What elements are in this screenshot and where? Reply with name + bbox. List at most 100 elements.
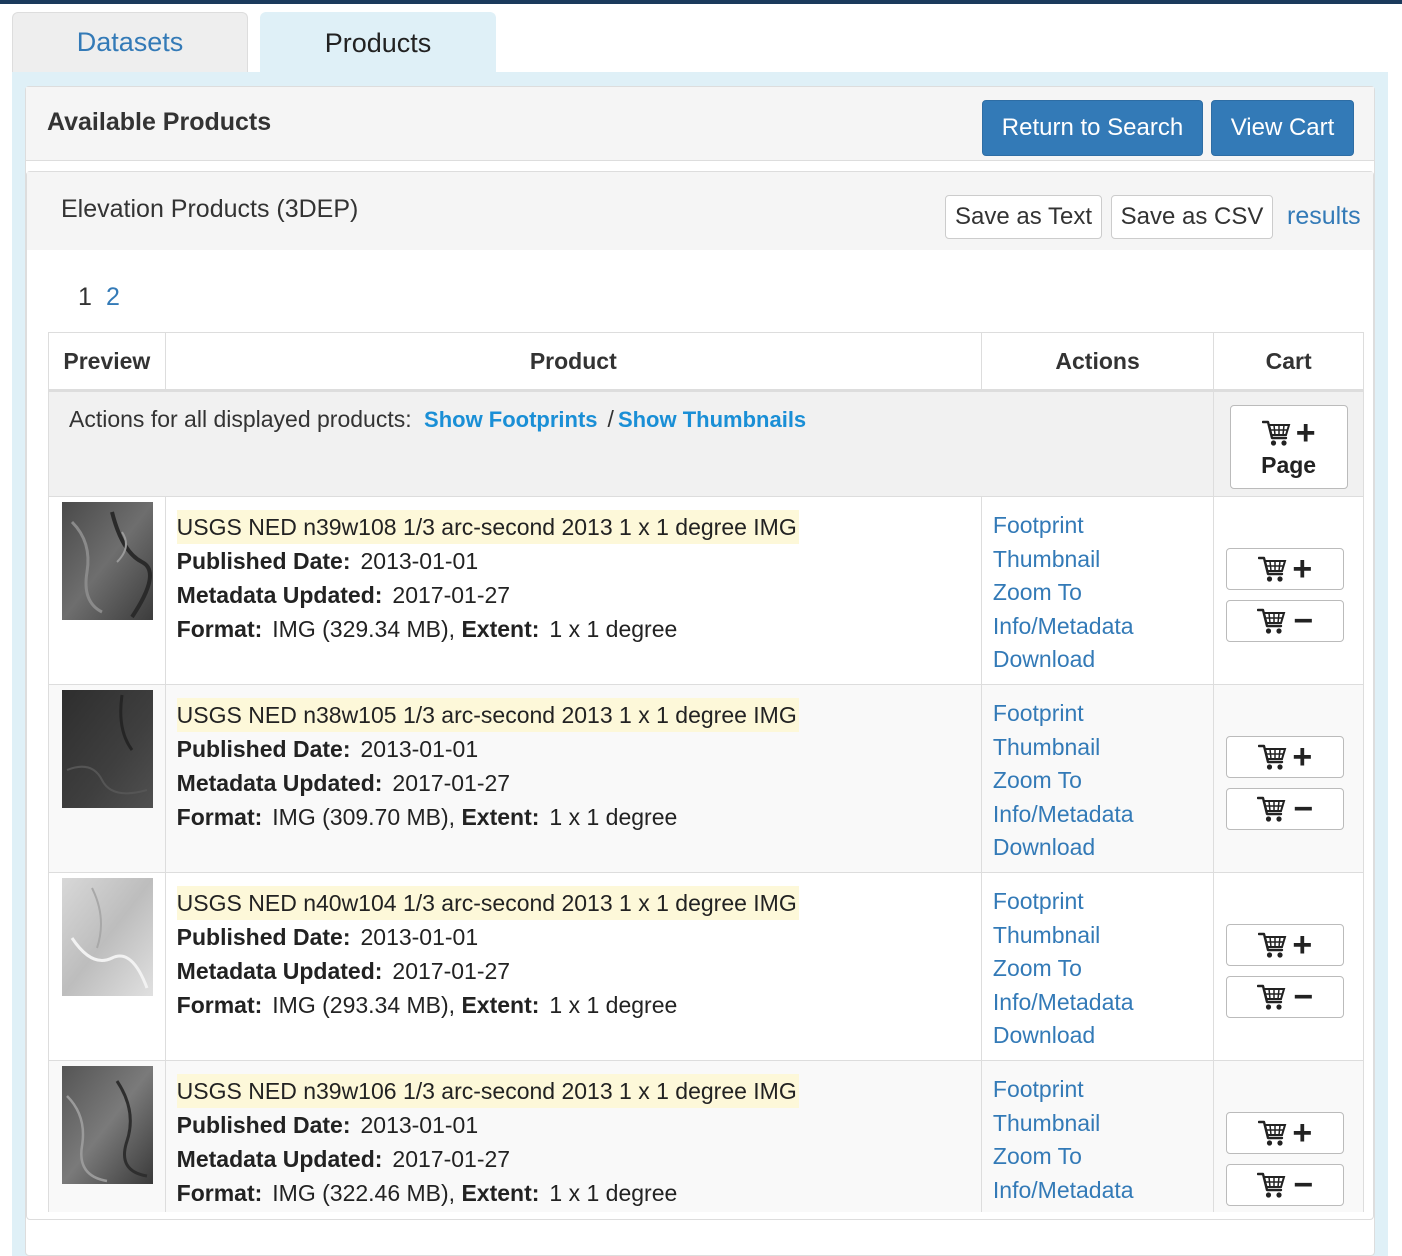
- zoom-to-link[interactable]: Zoom To: [993, 576, 1213, 610]
- footprint-link[interactable]: Footprint: [993, 1073, 1213, 1107]
- shopping-cart-icon: [1257, 607, 1287, 635]
- shopping-cart-icon: [1257, 1171, 1287, 1199]
- separator: /: [607, 406, 614, 432]
- page-button-label: Page: [1261, 451, 1317, 478]
- download-link[interactable]: Download: [993, 1019, 1213, 1053]
- products-table: Preview Product Actions Cart Actions for…: [48, 332, 1364, 1212]
- tab-datasets[interactable]: Datasets: [12, 12, 248, 72]
- shopping-cart-icon: [1258, 1119, 1288, 1147]
- header-cart: Cart: [1213, 333, 1363, 392]
- footprint-link[interactable]: Footprint: [993, 697, 1213, 731]
- product-thumbnail[interactable]: [62, 1066, 153, 1184]
- remove-from-cart-button[interactable]: −: [1226, 1164, 1345, 1206]
- format-label: Format:: [176, 1180, 263, 1206]
- all-products-actions-row: Actions for all displayed products: Show…: [49, 390, 1363, 497]
- add-to-cart-button[interactable]: +: [1226, 1112, 1345, 1154]
- header-preview: Preview: [49, 333, 166, 392]
- add-page-to-cart-button[interactable]: + Page: [1229, 405, 1348, 489]
- thumbnail-link[interactable]: Thumbnail: [993, 1107, 1213, 1141]
- info-metadata-link[interactable]: Info/Metadata: [993, 1174, 1213, 1208]
- format-label: Format:: [176, 804, 263, 830]
- metadata-date: 2017-01-27: [392, 582, 511, 608]
- remove-from-cart-button[interactable]: −: [1226, 976, 1345, 1018]
- product-thumbnail[interactable]: [62, 502, 153, 620]
- extent-label: Extent:: [461, 804, 540, 830]
- extent-label: Extent:: [461, 992, 540, 1018]
- product-title: USGS NED n38w105 1/3 arc-second 2013 1 x…: [176, 698, 799, 732]
- remove-from-cart-button[interactable]: −: [1226, 788, 1345, 830]
- tab-products[interactable]: Products: [260, 12, 496, 74]
- metadata-label: Metadata Updated:: [176, 770, 383, 796]
- header-product: Product: [164, 333, 982, 392]
- show-thumbnails-link[interactable]: Show Thumbnails: [618, 407, 806, 432]
- table-row: USGS NED n39w108 1/3 arc-second 2013 1 x…: [49, 496, 1363, 685]
- top-bar: [0, 0, 1402, 4]
- metadata-label: Metadata Updated:: [176, 1146, 383, 1172]
- show-footprints-link[interactable]: Show Footprints: [424, 407, 598, 432]
- info-metadata-link[interactable]: Info/Metadata: [993, 798, 1213, 832]
- extent-label: Extent:: [461, 616, 540, 642]
- shopping-cart-icon: [1258, 743, 1288, 771]
- format-value: IMG (293.34 MB),: [272, 992, 456, 1018]
- minus-icon: −: [1293, 790, 1314, 828]
- minus-icon: −: [1293, 1166, 1314, 1204]
- subpanel-title: Elevation Products (3DEP): [61, 195, 359, 223]
- published-label: Published Date:: [176, 736, 351, 762]
- thumbnail-link[interactable]: Thumbnail: [993, 731, 1213, 765]
- panel-title: Available Products: [47, 108, 272, 136]
- published-date: 2013-01-01: [360, 736, 479, 762]
- thumbnail-link[interactable]: Thumbnail: [993, 919, 1213, 953]
- info-metadata-link[interactable]: Info/Metadata: [993, 986, 1213, 1020]
- download-link[interactable]: Download: [993, 831, 1213, 865]
- add-to-cart-button[interactable]: +: [1226, 548, 1345, 590]
- shopping-cart-icon: [1262, 419, 1292, 447]
- product-thumbnail[interactable]: [62, 878, 153, 996]
- published-label: Published Date:: [176, 924, 351, 950]
- published-date: 2013-01-01: [360, 548, 479, 574]
- zoom-to-link[interactable]: Zoom To: [993, 952, 1213, 986]
- table-row: USGS NED n40w104 1/3 arc-second 2013 1 x…: [49, 872, 1363, 1061]
- minus-icon: −: [1293, 602, 1314, 640]
- header-actions: Actions: [980, 333, 1215, 392]
- metadata-date: 2017-01-27: [392, 1146, 511, 1172]
- metadata-date: 2017-01-27: [392, 958, 511, 984]
- add-to-cart-button[interactable]: +: [1226, 924, 1345, 966]
- save-as-text-button[interactable]: Save as Text: [945, 195, 1102, 239]
- product-thumbnail[interactable]: [62, 690, 153, 808]
- footprint-link[interactable]: Footprint: [993, 509, 1213, 543]
- remove-from-cart-button[interactable]: −: [1226, 600, 1345, 642]
- format-label: Format:: [176, 992, 263, 1018]
- footprint-link[interactable]: Footprint: [993, 885, 1213, 919]
- shopping-cart-icon: [1258, 555, 1288, 583]
- shopping-cart-icon: [1258, 931, 1288, 959]
- metadata-label: Metadata Updated:: [176, 958, 383, 984]
- extent-label: Extent:: [461, 1180, 540, 1206]
- format-label: Format:: [176, 616, 263, 642]
- metadata-date: 2017-01-27: [392, 770, 511, 796]
- product-title: USGS NED n39w108 1/3 arc-second 2013 1 x…: [176, 510, 799, 544]
- return-to-search-button[interactable]: Return to Search: [982, 100, 1203, 156]
- zoom-to-link[interactable]: Zoom To: [993, 764, 1213, 798]
- info-metadata-link[interactable]: Info/Metadata: [993, 610, 1213, 644]
- format-value: IMG (329.34 MB),: [272, 616, 456, 642]
- product-title: USGS NED n39w106 1/3 arc-second 2013 1 x…: [176, 1074, 799, 1108]
- page-2-link[interactable]: 2: [106, 283, 120, 312]
- save-as-csv-button[interactable]: Save as CSV: [1111, 195, 1273, 239]
- thumbnail-link[interactable]: Thumbnail: [993, 543, 1213, 577]
- published-date: 2013-01-01: [360, 924, 479, 950]
- table-row: USGS NED n39w106 1/3 arc-second 2013 1 x…: [49, 1060, 1363, 1212]
- table-row: USGS NED n38w105 1/3 arc-second 2013 1 x…: [49, 684, 1363, 873]
- format-value: IMG (322.46 MB),: [272, 1180, 456, 1206]
- plus-icon: +: [1292, 926, 1313, 964]
- plus-icon: +: [1292, 738, 1313, 776]
- download-link[interactable]: Download: [993, 643, 1213, 677]
- published-date: 2013-01-01: [360, 1112, 479, 1138]
- format-value: IMG (309.70 MB),: [272, 804, 456, 830]
- download-link[interactable]: Download: [993, 1207, 1213, 1212]
- plus-icon: +: [1292, 1114, 1313, 1152]
- zoom-to-link[interactable]: Zoom To: [993, 1140, 1213, 1174]
- view-cart-button[interactable]: View Cart: [1211, 100, 1354, 156]
- results-link[interactable]: results: [1287, 202, 1361, 231]
- metadata-label: Metadata Updated:: [176, 582, 383, 608]
- add-to-cart-button[interactable]: +: [1226, 736, 1345, 778]
